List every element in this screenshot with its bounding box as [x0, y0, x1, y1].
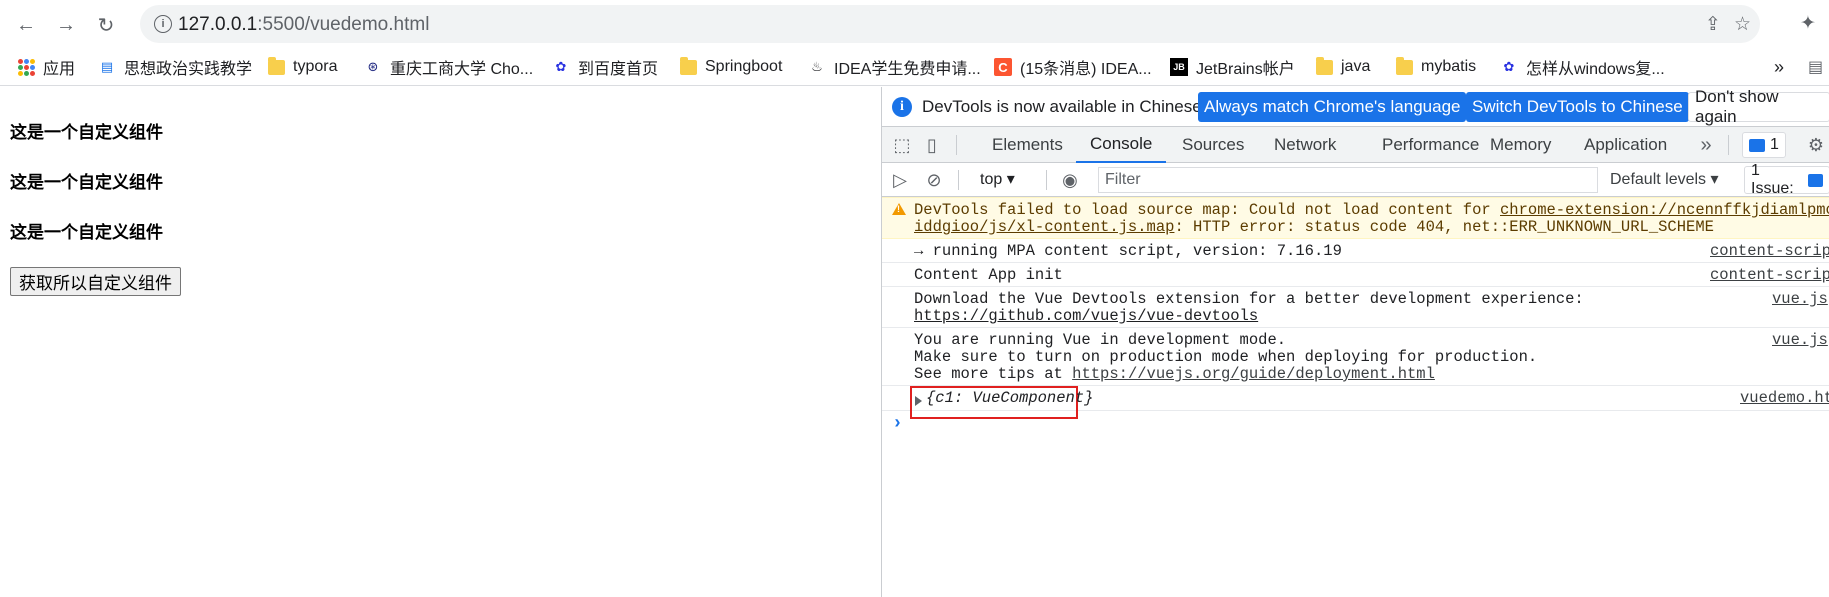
bookmark-item[interactable]: C (15条消息) IDEA... [994, 56, 1152, 78]
idea-icon: ♨ [811, 59, 823, 74]
extensions-icon[interactable]: ✦ [1800, 12, 1816, 35]
info-icon: i [892, 97, 912, 117]
source-link[interactable]: content-script [1710, 267, 1829, 284]
tab-elements[interactable]: Elements [992, 127, 1063, 163]
custom-component-heading: 这是一个自定义组件 [10, 173, 163, 192]
source-map-link[interactable]: iddgioo/js/xl-content.js.map [914, 218, 1174, 236]
browser-toolbar: ← → ↻ i 127.0.0.1:5500/vuedemo.html ⇪ ☆ … [0, 0, 1829, 48]
bookmark-item[interactable]: ✿ 到百度首页 [552, 56, 658, 78]
always-match-language-button[interactable]: Always match Chrome's language [1198, 92, 1467, 122]
custom-component-heading: 这是一个自定义组件 [10, 123, 163, 142]
source-link[interactable]: content-script [1710, 243, 1829, 260]
device-toolbar-icon[interactable]: ▯ [922, 135, 942, 155]
bookmark-item[interactable]: JB JetBrains帐户 [1170, 56, 1295, 78]
divider [1046, 170, 1047, 190]
source-link[interactable]: vue.js [1772, 332, 1828, 349]
devtools-panel: i DevTools is now available in Chinese! … [881, 87, 1829, 597]
vue-deployment-link[interactable]: https://vuejs.org/guide/deployment.html [1072, 365, 1435, 383]
expand-triangle-icon[interactable] [915, 396, 922, 406]
folder-icon [1316, 56, 1333, 75]
log-levels-select[interactable]: Default levels ▾ [1610, 169, 1719, 189]
sidebar-toggle-icon[interactable]: ▷ [890, 170, 910, 190]
bookmark-item[interactable]: mybatis [1396, 56, 1476, 78]
more-tabs-icon[interactable]: » [1696, 134, 1716, 156]
issues-badge[interactable]: 1 [1742, 132, 1786, 158]
tab-memory[interactable]: Memory [1490, 127, 1551, 163]
infobar-message: DevTools is now available in Chinese! [922, 97, 1207, 116]
more-bookmarks-icon[interactable]: » [1774, 56, 1784, 78]
inspect-element-icon[interactable]: ⬚ [892, 135, 912, 155]
jetbrains-icon: JB [1170, 58, 1188, 76]
console-toolbar: ▷ ⊘ top ▾ ◉ Default levels ▾ 1 Issue: [882, 162, 1829, 197]
devtools-tabbar: ⬚ ▯ Elements Console Sources Network Per… [882, 127, 1829, 163]
bookmark-item[interactable]: typora [268, 56, 337, 78]
console-output: DevTools failed to load source map: Coul… [882, 197, 1829, 597]
context-select[interactable]: top ▾ [980, 169, 1015, 189]
warning-icon [892, 203, 906, 215]
source-map-link[interactable]: chrome-extension://ncennffkjdiamlpmcba [1500, 201, 1829, 219]
baidu-paw-icon: ✿ [555, 59, 567, 74]
source-link[interactable]: vuedemo.ht [1740, 390, 1829, 407]
forward-icon[interactable]: → [52, 11, 80, 39]
get-components-button[interactable]: 获取所以自定义组件 [10, 267, 181, 296]
bookmark-item[interactable]: Springboot [680, 56, 782, 78]
console-filter-input[interactable] [1098, 167, 1598, 193]
bookmark-item[interactable]: ⊛ 重庆工商大学 Cho... [364, 56, 534, 78]
page-viewport: 这是一个自定义组件 这是一个自定义组件 这是一个自定义组件 获取所以自定义组件 [0, 87, 881, 597]
address-bar[interactable]: i 127.0.0.1:5500/vuedemo.html ⇪ ☆ [140, 5, 1760, 43]
bookmark-item[interactable]: ♨ IDEA学生免费申请... [808, 56, 981, 78]
bookmark-apps[interactable]: 应用 [18, 56, 75, 78]
folder-icon [1396, 56, 1413, 75]
tab-sources[interactable]: Sources [1182, 127, 1244, 163]
tab-console[interactable]: Console [1076, 127, 1167, 163]
apps-grid-icon [18, 58, 35, 76]
divider [956, 135, 957, 155]
divider [1728, 135, 1729, 155]
url-text[interactable]: 127.0.0.1:5500/vuedemo.html [178, 14, 429, 36]
custom-component-heading: 这是一个自定义组件 [10, 223, 163, 242]
dont-show-again-button[interactable]: Don't show again [1688, 87, 1829, 126]
console-prompt[interactable]: › [892, 414, 903, 434]
clear-console-icon[interactable]: ⊘ [924, 170, 944, 190]
baidu-paw-icon: ✿ [1503, 59, 1515, 74]
issues-count-button[interactable]: 1 Issue: [1744, 162, 1829, 197]
switch-to-chinese-button[interactable]: Switch DevTools to Chinese [1466, 92, 1689, 122]
tab-performance[interactable]: Performance [1382, 127, 1479, 163]
bookmark-star-icon[interactable]: ☆ [1734, 13, 1751, 36]
message-icon [1808, 173, 1823, 187]
console-log-row: Download the Vue Devtools extension for … [882, 287, 1829, 328]
bookmark-item[interactable]: ✿ 怎样从windows复... [1500, 56, 1665, 78]
console-log-row: → running MPA content script, version: 7… [882, 239, 1829, 263]
share-icon[interactable]: ⇪ [1705, 13, 1721, 36]
bookmarks-bar: 应用 ▤ 思想政治实践教学 typora ⊛ 重庆工商大学 Cho... ✿ 到百度首… [0, 48, 1829, 86]
settings-gear-icon[interactable]: ⚙ [1806, 135, 1826, 155]
csdn-icon: C [994, 58, 1012, 76]
page-icon: ▤ [100, 59, 114, 74]
message-icon [1749, 138, 1765, 152]
divider [958, 170, 959, 190]
reading-list-icon[interactable]: ▤ [1808, 56, 1823, 78]
live-expression-eye-icon[interactable]: ◉ [1060, 170, 1080, 190]
console-log-row: You are running Vue in development mode.… [882, 328, 1829, 386]
console-object-row: {c1: VueComponent} vuedemo.ht [882, 386, 1829, 419]
site-info-icon[interactable]: i [154, 15, 172, 33]
bookmark-item[interactable]: ▤ 思想政治实践教学 [98, 56, 252, 78]
language-infobar: i DevTools is now available in Chinese! … [882, 87, 1829, 127]
tab-network[interactable]: Network [1274, 127, 1336, 163]
university-logo-icon: ⊛ [367, 59, 379, 74]
back-icon[interactable]: ← [12, 11, 40, 39]
console-log-row: Content App init content-script [882, 263, 1829, 287]
folder-icon [268, 56, 285, 75]
source-link[interactable]: vue.js [1772, 291, 1828, 308]
bookmark-item[interactable]: java [1316, 56, 1370, 78]
tab-application[interactable]: Application [1584, 127, 1667, 163]
logged-object[interactable]: {c1: VueComponent} [926, 390, 1093, 407]
vue-devtools-link[interactable]: https://github.com/vuejs/vue-devtools [914, 308, 1258, 325]
folder-icon [680, 56, 697, 75]
console-warning-row: DevTools failed to load source map: Coul… [882, 197, 1829, 239]
reload-icon[interactable]: ↻ [92, 11, 120, 39]
